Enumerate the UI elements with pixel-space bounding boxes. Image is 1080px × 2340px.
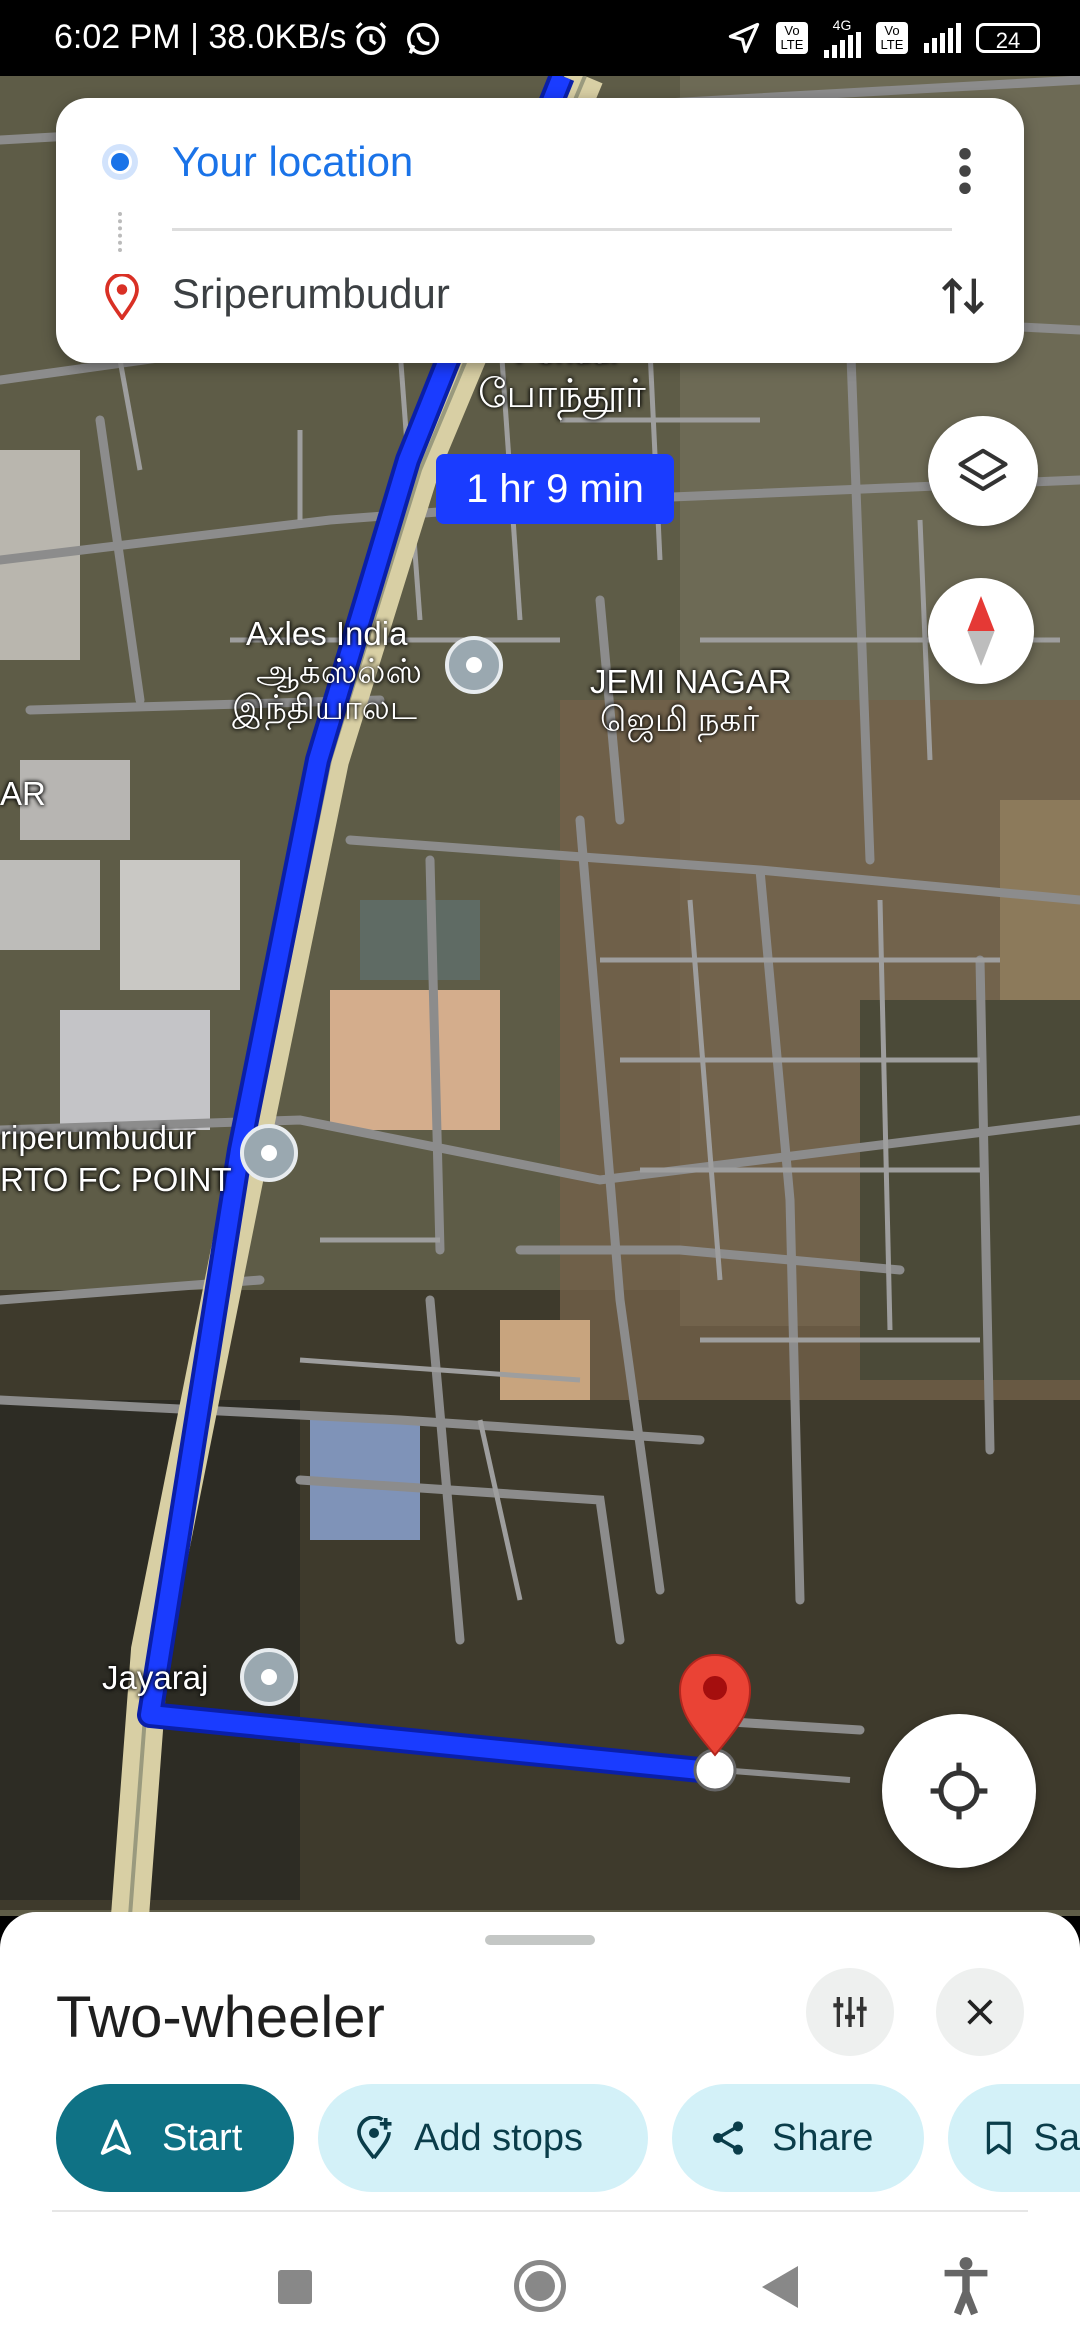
swap-vert-icon (941, 277, 985, 315)
share-button[interactable]: Share (672, 2084, 924, 2192)
destination-field[interactable]: Sriperumbudur (172, 270, 450, 318)
label-ar: AR (0, 775, 46, 812)
label-axles-en: Axles India (246, 615, 408, 652)
recenter-button[interactable] (882, 1714, 1036, 1868)
route-connector (118, 212, 126, 252)
battery-icon: 24 (976, 23, 1040, 53)
system-nav-bar (0, 2228, 1080, 2340)
recents-icon[interactable] (278, 2270, 312, 2304)
volte-badge-1: Vo LTE (776, 22, 808, 54)
label-axles-ta-1: ஆக்ஸ்ல்ஸ் (256, 653, 423, 691)
accessibility-icon[interactable] (940, 2256, 992, 2321)
save-button[interactable]: Sa (948, 2084, 1080, 2192)
status-icons: Vo LTE 4G Vo LTE 24 (726, 16, 1040, 60)
add-stops-button[interactable]: Add stops (318, 2084, 648, 2192)
poi-pin-jayaraj[interactable] (240, 1648, 298, 1706)
label-rto-2: RTO FC POINT (0, 1161, 232, 1198)
layers-button[interactable] (928, 416, 1038, 526)
compass-button[interactable] (928, 578, 1034, 684)
destination-pin-icon (104, 272, 140, 325)
status-time: 6:02 PM | 38.0KB/s (54, 18, 347, 56)
my-location-icon (930, 1762, 988, 1820)
close-button[interactable] (936, 1968, 1024, 2056)
poi-pin-axles-india[interactable] (445, 636, 503, 694)
route-options-button[interactable] (806, 1968, 894, 2056)
share-label: Share (772, 2116, 874, 2159)
origin-field[interactable]: Your location (172, 138, 413, 186)
more-vert-icon (959, 148, 971, 194)
drag-handle[interactable] (485, 1935, 595, 1945)
add-stops-label: Add stops (414, 2116, 583, 2159)
poi-pin-rto[interactable] (240, 1124, 298, 1182)
location-arrow-icon (728, 22, 760, 54)
label-rto-1: riperumbudur (0, 1119, 197, 1156)
label-jemi-en: JEMI NAGAR (590, 663, 792, 700)
status-bar: 6:02 PM | 38.0KB/s Vo LTE 4G Vo LTE 24 (0, 0, 1080, 76)
compass-icon (967, 596, 995, 666)
label-axles-ta-2: இந்தியாலட (232, 689, 417, 727)
origin-dot-icon (102, 144, 138, 180)
label-jayaraj: Jayaraj (102, 1659, 209, 1696)
signal-bars-icon (924, 23, 961, 53)
home-icon[interactable] (514, 2260, 566, 2312)
sheet-divider (52, 2210, 1028, 2212)
directions-card: Your location Sriperumbudur (56, 98, 1024, 363)
back-icon[interactable] (762, 2266, 798, 2313)
close-icon (967, 1999, 993, 2025)
swap-button[interactable] (928, 258, 998, 334)
route-duration-label[interactable]: 1 hr 9 min (436, 454, 674, 524)
network-type: 4G (832, 17, 852, 33)
travel-mode-title: Two-wheeler (56, 1985, 385, 2050)
whatsapp-icon (404, 20, 442, 63)
label-jemi-ta: ஜெமி நகர் (600, 701, 760, 739)
label-pondur-ta: போந்தூர் (478, 372, 646, 416)
signal-bars-icon (824, 32, 861, 58)
volte-badge-2: Vo LTE (876, 22, 908, 54)
alarm-icon (352, 20, 390, 63)
share-icon (713, 2121, 743, 2155)
start-button[interactable]: Start (56, 2084, 294, 2192)
add-location-icon (357, 2116, 392, 2160)
layers-icon (958, 448, 1008, 492)
bookmark-icon (986, 2121, 1011, 2155)
field-divider (172, 228, 952, 231)
more-options-button[interactable] (940, 136, 990, 206)
save-label: Sa (1033, 2116, 1080, 2159)
signal-1: 4G (822, 18, 862, 58)
start-label: Start (162, 2116, 243, 2159)
navigation-arrow-icon (100, 2119, 132, 2155)
tune-icon (833, 1997, 867, 2027)
